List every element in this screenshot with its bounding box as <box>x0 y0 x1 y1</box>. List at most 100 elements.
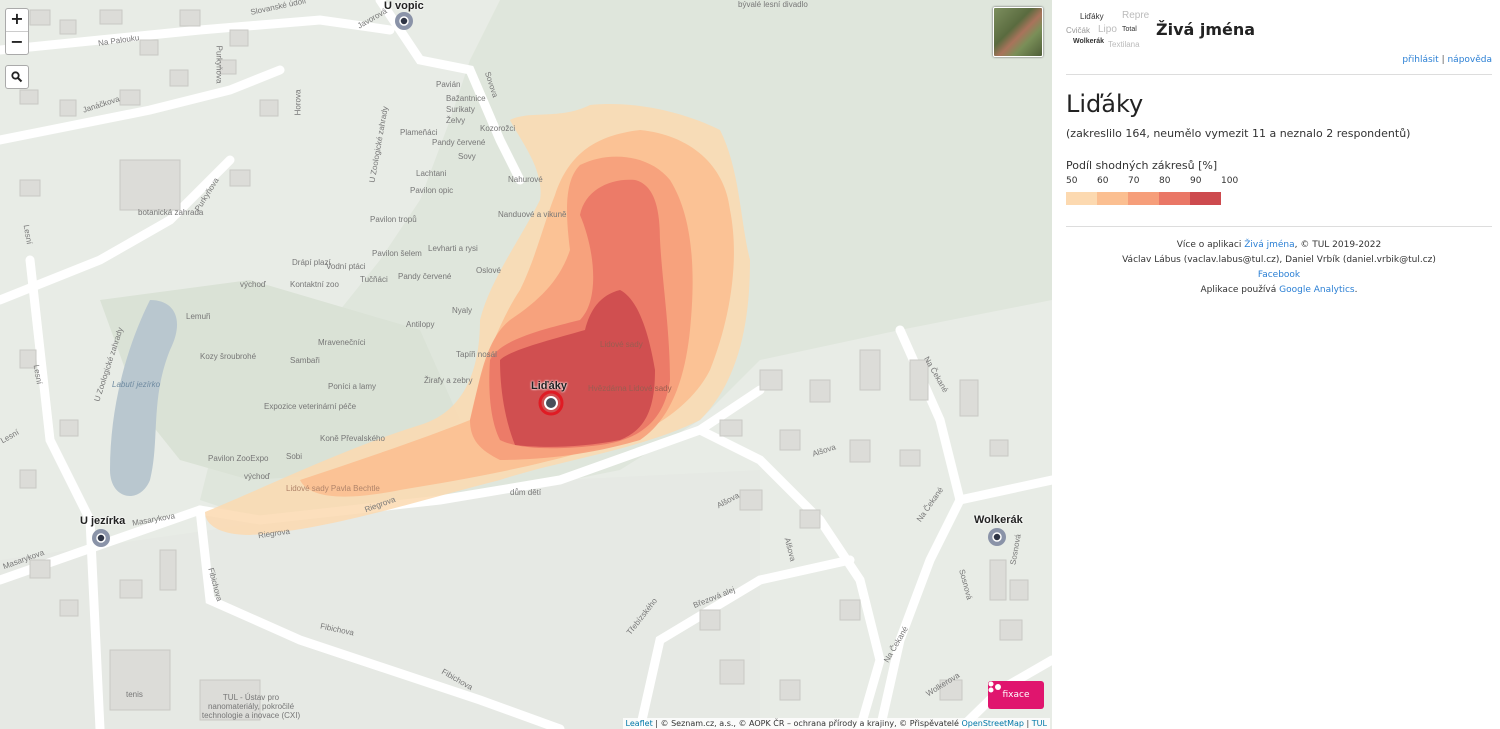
poi-label: Kozorožci <box>480 124 516 133</box>
map-attribution: Leaflet | © Seznam.cz, a.s., © AOPK ČR –… <box>622 718 1050 729</box>
poi-label: Drápí plazí <box>292 258 331 267</box>
map[interactable]: Slovanské údolí Na Palouku Javorová Purk… <box>0 0 1052 729</box>
side-panel: Liďáky Repre Cvičák Lipo Total Wolkerák … <box>1052 0 1500 729</box>
footer-text: , © TUL 2019-2022 <box>1294 240 1382 250</box>
zoom-out-button[interactable]: − <box>6 31 28 54</box>
poi-label: bývalé lesní divadlo <box>738 0 808 9</box>
legend-swatch <box>1159 192 1190 205</box>
poi-label: Kontaktní zoo <box>290 280 339 289</box>
place-label: U jezírka <box>80 515 126 527</box>
poi-label: výchoď <box>240 280 266 289</box>
street-label: Purkyňova <box>214 45 224 84</box>
poi-label: Bažantnice <box>446 94 486 103</box>
footer-text: Aplikace používá <box>1200 285 1280 295</box>
poi-label: Levharti a rysi <box>428 244 478 253</box>
poi-label: Mravenečníci <box>318 338 366 347</box>
facebook-link[interactable]: Facebook <box>1258 270 1300 280</box>
poi-label: Plameňáci <box>400 128 438 137</box>
poi-label: TUL - Ústav pro nanomateriály, pokročilé… <box>201 693 301 720</box>
logo-word: Repre <box>1122 10 1150 21</box>
legend-tick: 60 <box>1097 176 1109 186</box>
poi-label: Nanduové a vikuně <box>498 210 567 219</box>
zoom-in-button[interactable]: + <box>6 9 28 31</box>
poi-label: Lidové sady Pavla Bechtle <box>286 484 380 493</box>
lake-label: Labutí jezírko <box>112 380 161 389</box>
search-button[interactable] <box>5 65 29 89</box>
street-label: Horova <box>293 89 303 116</box>
poi-label: Koně Převalského <box>320 434 385 443</box>
osm-link[interactable]: OpenStreetMap <box>961 719 1024 728</box>
poi-label: Lachtani <box>416 169 447 178</box>
app-title: Živá jména <box>1156 20 1256 39</box>
fix-label: fixace <box>1002 690 1030 700</box>
poi-label: výchoď <box>244 472 270 481</box>
place-label-main: Liďáky <box>531 380 568 392</box>
attribution-text: | © Seznam.cz, a.s., © AOPK ČR – ochrana… <box>652 719 962 728</box>
top-links: přihlásit | nápověda <box>1402 55 1492 65</box>
poi-label: Surikaty <box>446 105 475 114</box>
footer-text: . <box>1354 285 1358 295</box>
poi-label: Oslové <box>476 266 501 275</box>
place-label: U vopic <box>384 0 424 12</box>
legend-tick: 100 <box>1221 176 1239 186</box>
legend-ticks: 50 60 70 80 90 100 <box>1066 176 1252 186</box>
map-base <box>0 0 1052 729</box>
poi-label: Expozice veterinární péče <box>264 402 357 411</box>
respondent-stats: (zakreslilo 164, neumělo vymezit 11 a ne… <box>1066 127 1411 140</box>
logo-word: Textilana <box>1108 40 1140 49</box>
legend-swatch <box>1066 192 1097 205</box>
leaflet-link[interactable]: Leaflet <box>626 719 653 728</box>
help-link[interactable]: nápověda <box>1447 55 1492 65</box>
legend-tick: 90 <box>1190 176 1202 186</box>
poi-label: Tučňáci <box>360 275 388 284</box>
legend-tick: 80 <box>1159 176 1171 186</box>
poi-label: Vodní ptáci <box>326 262 366 271</box>
logo-word: Total <box>1122 26 1137 33</box>
poi-label: Tapíři nosál <box>456 350 497 359</box>
legend-tick: 50 <box>1066 176 1078 186</box>
poi-label: Pavilon tropů <box>370 215 417 224</box>
logo-word: Liďáky <box>1080 12 1104 21</box>
satellite-layer-button[interactable] <box>993 7 1043 57</box>
legend-tick: 70 <box>1128 176 1140 186</box>
poi-label: Pavilon šelem <box>372 249 422 258</box>
attribution-separator: | <box>1024 719 1032 728</box>
poi-label: Antilopy <box>406 320 435 329</box>
poi-label: Želvy <box>446 116 466 125</box>
poi-label: Sovy <box>458 152 476 161</box>
app-logo: Liďáky Repre Cvičák Lipo Total Wolkerák … <box>1066 10 1150 50</box>
login-link[interactable]: přihlásit <box>1402 55 1438 65</box>
poi-label: Lemuři <box>186 312 211 321</box>
poi-label: tenis <box>126 690 143 699</box>
poi-label: Pavián <box>436 80 461 89</box>
analytics-link[interactable]: Google Analytics <box>1279 285 1354 295</box>
fix-button[interactable]: fixace <box>988 681 1044 709</box>
logo-word: Lipo <box>1098 24 1117 35</box>
poi-label: Pavilon opic <box>410 186 454 195</box>
poi-label: Lidové sady <box>600 340 643 349</box>
app-link[interactable]: Živá jména <box>1244 240 1294 250</box>
logo-word: Wolkerák <box>1073 38 1104 45</box>
poi-label: Sambaři <box>290 356 320 365</box>
place-label: Wolkerák <box>974 514 1023 526</box>
main-marker <box>544 396 558 410</box>
legend-swatch <box>1128 192 1159 205</box>
divider <box>1066 226 1492 227</box>
divider <box>1066 74 1492 75</box>
poi-label: Žirafy a zebry <box>424 376 473 385</box>
authors: Václav Lábus (vaclav.labus@tul.cz), Dani… <box>1122 255 1436 265</box>
logo-word: Cvičák <box>1066 26 1091 35</box>
legend-swatch <box>1190 192 1221 205</box>
poi-label: Nahurové <box>508 175 543 184</box>
footer: Více o aplikaci Živá jména, © TUL 2019-2… <box>1066 238 1492 298</box>
search-icon <box>11 71 23 83</box>
poi-label: Sobi <box>286 452 303 461</box>
zoom-control: + − <box>5 8 29 55</box>
poi-label: Pavilon ZooExpo <box>208 454 269 463</box>
legend-swatch <box>1097 192 1128 205</box>
poi-label: dům dětí <box>510 488 542 497</box>
tul-link[interactable]: TUL <box>1032 719 1047 728</box>
place-name: Liďáky <box>1066 90 1144 118</box>
poi-label: botanická zahrada <box>138 208 204 217</box>
poi-label: Nyaly <box>452 306 473 315</box>
